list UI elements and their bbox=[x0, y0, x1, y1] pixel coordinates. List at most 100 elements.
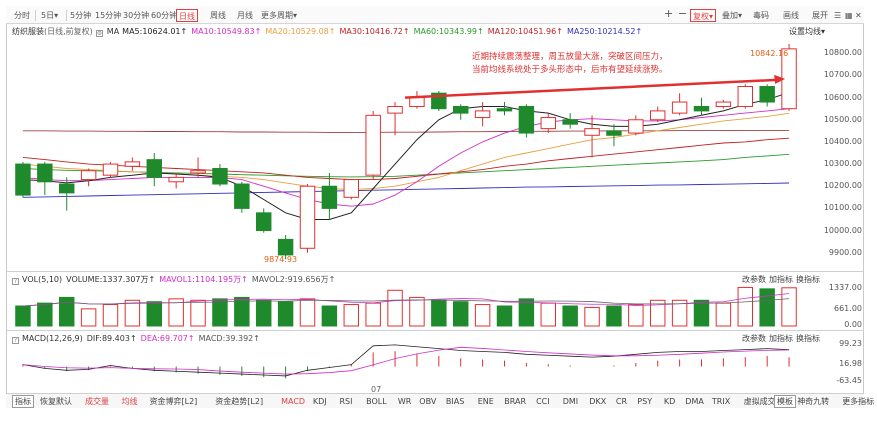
candle-body bbox=[299, 185, 316, 249]
vol-name: VOL(5,10) bbox=[22, 275, 63, 284]
candle-body bbox=[58, 183, 75, 194]
indicator-tab[interactable]: BOLL bbox=[366, 396, 387, 407]
volume-bar bbox=[321, 305, 338, 327]
indicator-tab[interactable]: DMI bbox=[563, 396, 578, 407]
indicator-tab[interactable]: PSY bbox=[637, 396, 652, 407]
vol-axis-label: 661.00 bbox=[834, 304, 862, 313]
panel-divider bbox=[6, 330, 864, 331]
candle-body bbox=[737, 86, 754, 107]
vol-add-indicator-button[interactable]: 加指标 bbox=[769, 274, 793, 285]
candle-body bbox=[562, 119, 578, 125]
volume-bar bbox=[606, 305, 622, 327]
macd-axis-label: 16.98 bbox=[839, 359, 862, 368]
candle-body bbox=[124, 161, 141, 167]
volume-bar bbox=[540, 302, 557, 327]
candle-body bbox=[628, 119, 644, 134]
dif-line bbox=[22, 344, 790, 377]
volume-bar bbox=[80, 308, 97, 327]
volume-bar bbox=[102, 304, 119, 327]
macd-switch-indicator-button[interactable]: 换指标 bbox=[796, 333, 820, 344]
indicator-tab[interactable]: CCI bbox=[536, 396, 550, 407]
vol-switch-indicator-button[interactable]: 换指标 bbox=[796, 274, 820, 285]
candle-body bbox=[409, 97, 425, 107]
volume-bar bbox=[496, 305, 513, 327]
indicator-tab[interactable]: BIAS bbox=[446, 396, 464, 407]
indicator-tab[interactable]: KD bbox=[664, 396, 675, 407]
ma10-line bbox=[22, 108, 790, 207]
macd-name: MACD(12,26,9) bbox=[22, 334, 83, 343]
indicator-tab[interactable]: 成交量 bbox=[85, 396, 109, 407]
vol-axis-label: 0.00 bbox=[844, 320, 862, 329]
panel-toggle-icon[interactable]: ? bbox=[12, 278, 19, 285]
indicator-tab[interactable]: 均线 bbox=[122, 396, 138, 407]
volume-bar bbox=[277, 301, 294, 327]
candle-body bbox=[168, 176, 184, 183]
dif-value: DIF:89.403↑ bbox=[86, 334, 137, 343]
volume-bar bbox=[146, 301, 163, 327]
candle-body bbox=[474, 110, 491, 119]
indicator-tab[interactable]: 资金博弈[L2] bbox=[150, 396, 198, 407]
candle-body bbox=[452, 105, 469, 114]
panel-toggle-icon[interactable]: ? bbox=[12, 337, 19, 344]
indicator-tab-bar: 指标 恢复默认 成交量 均线 资金博弈[L2] 资金趋势[L2] MACD KDJ RSI BOL… bbox=[6, 393, 874, 408]
indicator-tab[interactable]: TRIX bbox=[712, 396, 730, 407]
volume-bar bbox=[759, 288, 775, 327]
volume-bar bbox=[37, 302, 53, 327]
indicator-tab[interactable]: MACD bbox=[281, 396, 305, 407]
mavol2-value: MAVOL2:919.656万↑ bbox=[251, 275, 336, 284]
candle-body bbox=[518, 105, 535, 134]
ma30-line bbox=[22, 137, 790, 181]
candle-body bbox=[715, 101, 732, 107]
indicator-tab[interactable]: 资金趋势[L2] bbox=[215, 396, 263, 407]
indicator-tab[interactable]: OBV bbox=[419, 396, 436, 407]
indicator-tab[interactable]: CR bbox=[616, 396, 627, 407]
macd-add-indicator-button[interactable]: 加指标 bbox=[769, 333, 793, 344]
volume-bar bbox=[737, 286, 754, 327]
indicator-tab[interactable]: 更多指标 bbox=[842, 396, 874, 407]
volume-bar bbox=[58, 296, 75, 327]
indicator-tab[interactable]: WR bbox=[398, 396, 411, 407]
macd-edit-params-button[interactable]: 改参数 bbox=[742, 333, 766, 344]
vol-value: VOLUME:1337.307万↑ bbox=[66, 275, 156, 284]
indicator-tab[interactable]: DMA bbox=[685, 396, 704, 407]
indicator-tab[interactable]: 恢复默认 bbox=[40, 396, 72, 407]
candle-body bbox=[671, 101, 688, 114]
indicator-tab[interactable]: 神奇九转 bbox=[797, 396, 829, 407]
volume-bar bbox=[518, 298, 535, 327]
indicator-tab[interactable]: 模板 bbox=[774, 395, 796, 408]
candle-body bbox=[365, 114, 381, 176]
candle-body bbox=[540, 117, 557, 130]
ma250-line bbox=[22, 182, 790, 198]
vol-edit-params-button[interactable]: 改参数 bbox=[742, 274, 766, 285]
indicator-tab[interactable]: BRAR bbox=[504, 396, 526, 407]
volume-bar bbox=[452, 301, 469, 327]
volume-bar bbox=[124, 299, 141, 327]
candle-body bbox=[146, 159, 163, 178]
volume-bar bbox=[409, 296, 425, 327]
high-price-label: 10842.16 bbox=[750, 49, 789, 58]
mavol1-value: MAVOL1:1104.195万↑ bbox=[159, 275, 248, 284]
indicator-tab[interactable]: RSI bbox=[340, 396, 353, 407]
indicator-tab[interactable]: DKX bbox=[589, 396, 606, 407]
candle-body bbox=[649, 110, 666, 121]
indicator-tab[interactable]: KDJ bbox=[313, 396, 327, 407]
ma120-line bbox=[22, 129, 790, 133]
candle-body bbox=[343, 179, 360, 198]
panel-divider bbox=[6, 271, 864, 272]
candle-body bbox=[759, 86, 775, 103]
candle-body bbox=[15, 163, 31, 196]
candle-body bbox=[102, 163, 119, 176]
volume-bar bbox=[628, 304, 644, 327]
indicator-tab[interactable]: ENE bbox=[478, 396, 494, 407]
candle-body bbox=[606, 130, 622, 136]
candle-body bbox=[234, 183, 250, 209]
volume-bar bbox=[299, 298, 316, 327]
trend-arrow bbox=[404, 78, 778, 99]
candle-body bbox=[321, 185, 338, 209]
candle-body bbox=[80, 170, 97, 181]
candle-body bbox=[37, 163, 53, 183]
indicator-tab[interactable]: 指标 bbox=[12, 395, 34, 408]
candle-body bbox=[190, 170, 206, 174]
candle-body bbox=[693, 105, 710, 112]
candle-body bbox=[496, 108, 513, 112]
